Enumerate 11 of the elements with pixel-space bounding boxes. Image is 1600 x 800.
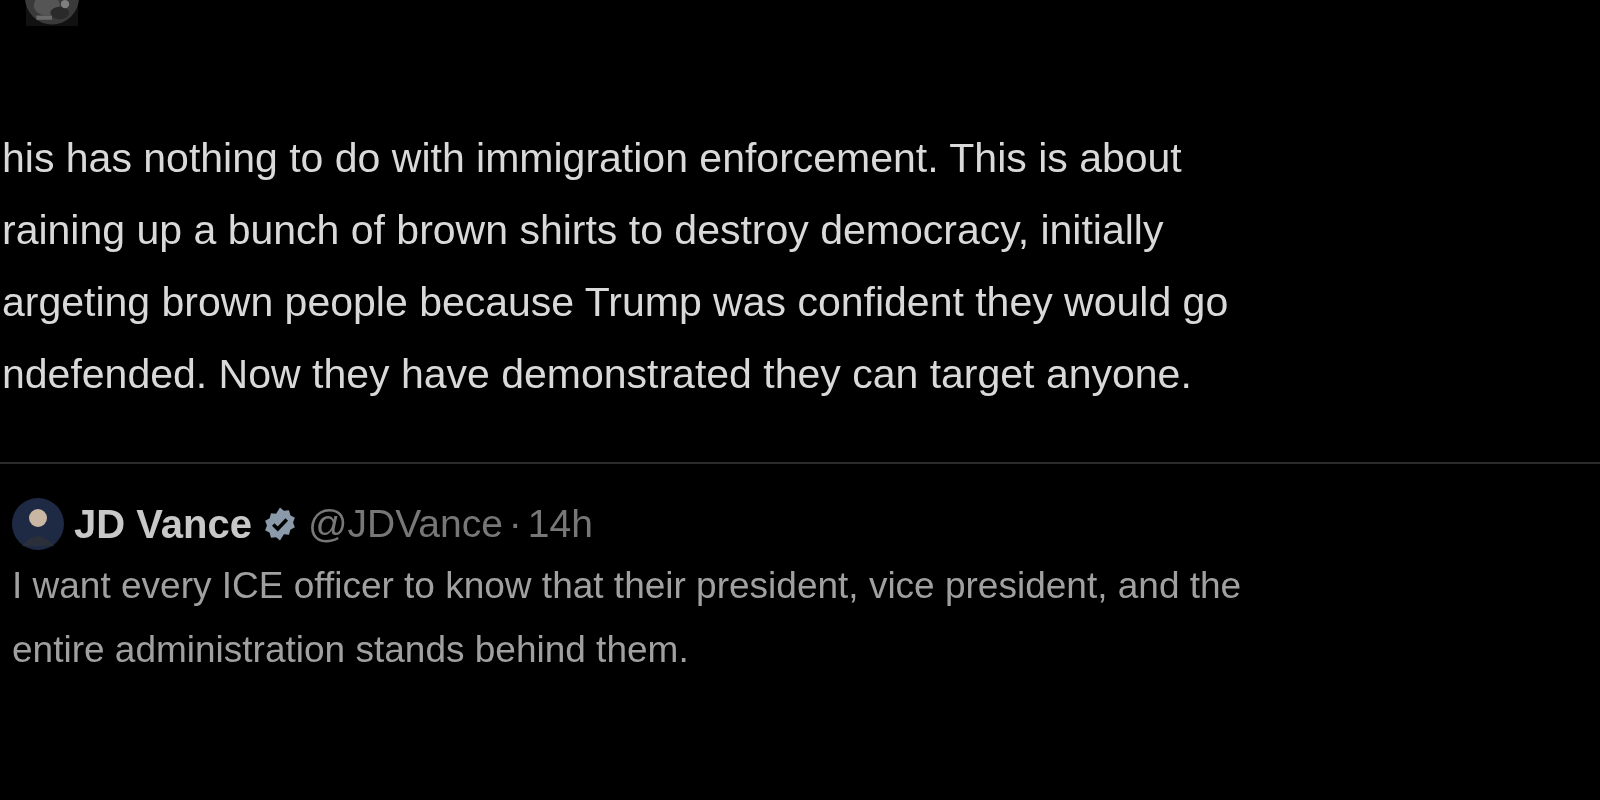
author-handle[interactable]: @JDVance (307, 502, 503, 546)
post-time: 14h (527, 502, 593, 546)
separator-dot: · (508, 502, 522, 546)
author-name[interactable]: JD Vance (74, 501, 252, 547)
post-text-line: argeting brown people because Trump was confident they would go (1, 278, 1230, 327)
post-text-line: raining up a bunch of brown shirts to destroy democracy, initially (1, 206, 1165, 255)
quoted-text-line: entire administration stands behind them. (12, 628, 690, 672)
post-text-line: his has nothing to do with immigration enforcement. This is about (1, 134, 1183, 183)
quoted-text-line: I want every ICE officer to know that their president, vice president, and the (12, 564, 1243, 608)
avatar-icon[interactable] (12, 498, 64, 550)
post-text-line: ndefended. Now they have demonstrated they can target anyone. (1, 350, 1193, 399)
